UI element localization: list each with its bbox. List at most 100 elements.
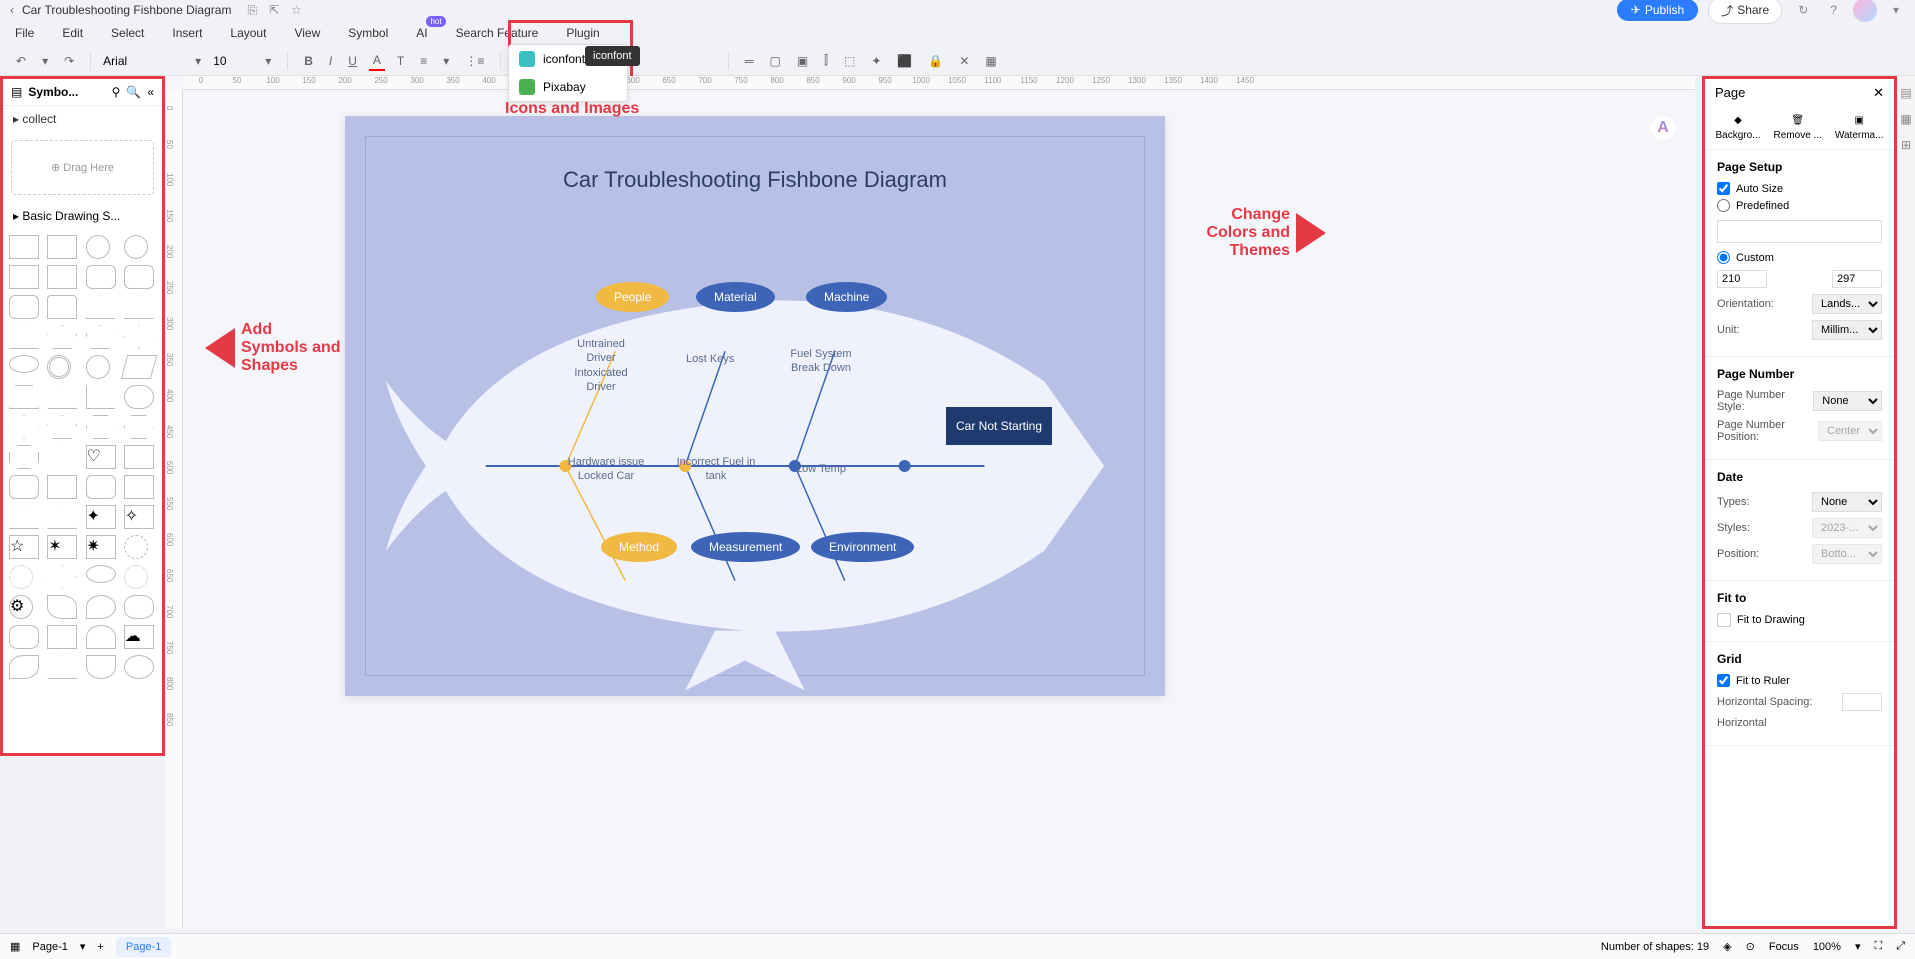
font-dropdown-icon[interactable]: ▾ — [191, 52, 205, 70]
shape-cloud[interactable]: ☁ — [124, 625, 154, 649]
menu-insert[interactable]: Insert — [172, 26, 202, 40]
shape-cushion[interactable] — [9, 625, 39, 649]
focus-toggle-icon[interactable]: ⊙ — [1746, 940, 1755, 953]
menu-view[interactable]: View — [294, 26, 320, 40]
shape-oct[interactable] — [9, 445, 39, 469]
orientation-select[interactable]: Lands... — [1812, 294, 1882, 314]
grid-toggle-icon[interactable]: ▦ — [10, 940, 20, 953]
predefined-radio[interactable] — [1717, 199, 1730, 212]
shape-r6[interactable] — [47, 475, 77, 499]
more-icon[interactable]: ▦ — [981, 52, 1000, 70]
page-selector[interactable]: Page-1 — [32, 941, 67, 953]
plugin-pixabay[interactable]: Pixabay — [509, 73, 627, 101]
shape-para[interactable] — [121, 355, 157, 379]
width-input[interactable] — [1717, 270, 1767, 288]
menu-select[interactable]: Select — [111, 26, 144, 40]
shape-d2[interactable] — [9, 415, 39, 439]
shape-star2[interactable]: ✦ — [86, 505, 116, 529]
image-icon[interactable]: ▣ — [793, 52, 812, 70]
align-icon[interactable]: ≡ — [416, 52, 431, 70]
shape-icon[interactable]: ▢ — [765, 52, 784, 70]
share-button[interactable]: ⤴ Share — [1708, 0, 1782, 24]
shape-t5[interactable] — [9, 505, 39, 529]
label-method[interactable]: Method — [601, 532, 677, 562]
custom-radio[interactable] — [1717, 251, 1730, 264]
group-icon[interactable]: ⬚ — [840, 52, 859, 70]
shape-misc3[interactable] — [86, 655, 116, 679]
fit-ruler-check[interactable] — [1717, 674, 1730, 687]
close-panel-icon[interactable]: ✕ — [1873, 85, 1884, 101]
shape-arch[interactable] — [86, 625, 116, 649]
cause-environment[interactable]: Low Temp — [796, 462, 846, 476]
shape-burst2[interactable] — [9, 565, 33, 589]
line-style-icon[interactable]: ═ — [741, 52, 758, 70]
cause-measurement[interactable]: Incorrect Fuel in tank — [676, 455, 756, 484]
unit-select[interactable]: Millim... — [1812, 320, 1882, 340]
back-icon[interactable]: ‹ — [10, 3, 14, 17]
drag-here-zone[interactable]: ⊕ Drag Here — [11, 140, 154, 195]
cause-method[interactable]: Hardware issueLocked Car — [566, 455, 646, 484]
align-dropdown[interactable]: ▾ — [439, 52, 453, 70]
cause-people[interactable]: Untrained DriverIntoxicated Driver — [561, 337, 641, 394]
text-style-icon[interactable]: T — [393, 52, 408, 70]
add-page-icon[interactable]: + — [97, 941, 103, 953]
shape-gear2[interactable]: ⚙ — [9, 595, 33, 619]
shape-hex[interactable] — [86, 415, 116, 439]
auto-size-check[interactable] — [1717, 182, 1730, 195]
italic-icon[interactable]: I — [325, 52, 336, 70]
collapse-icon[interactable]: « — [147, 85, 154, 99]
shape-star3[interactable]: ✧ — [124, 505, 154, 529]
size-dropdown-icon[interactable]: ▾ — [261, 52, 275, 70]
shape-rect2[interactable] — [47, 235, 77, 259]
shape-ellipse[interactable] — [9, 355, 39, 373]
shape-circle2[interactable] — [124, 235, 148, 259]
shape-e2[interactable] — [86, 565, 116, 583]
pn-style-select[interactable]: None — [1813, 391, 1882, 411]
page-dropdown-icon[interactable]: ▾ — [80, 940, 86, 953]
save-icon[interactable]: ⎘ — [247, 3, 257, 18]
shape-star6[interactable]: ✷ — [86, 535, 116, 559]
panel-icon-2[interactable]: ▦ — [1900, 112, 1911, 126]
shape-rect[interactable] — [9, 235, 39, 259]
shape-pill[interactable] — [124, 385, 154, 409]
shape-tri2[interactable] — [124, 295, 154, 319]
effects-icon[interactable]: ✦ — [867, 52, 885, 70]
list-icon[interactable]: ⋮≡ — [461, 52, 488, 70]
layers-icon[interactable]: ◈ — [1723, 940, 1731, 953]
shape-hex2[interactable] — [124, 415, 154, 439]
shape-t6[interactable] — [47, 505, 77, 529]
export-icon[interactable]: ⇱ — [269, 3, 279, 17]
shape-heart[interactable]: ♡ — [86, 445, 116, 469]
shape-r7[interactable] — [86, 475, 116, 499]
cause-machine[interactable]: Fuel System Break Down — [781, 347, 861, 376]
shape-drop[interactable] — [86, 595, 116, 619]
shape-star[interactable] — [47, 445, 77, 469]
shape-misc4[interactable] — [124, 655, 154, 679]
font-select[interactable] — [103, 54, 183, 68]
shape-circle[interactable] — [86, 235, 110, 259]
underline-icon[interactable]: U — [344, 52, 361, 70]
font-color-icon[interactable]: A — [369, 51, 385, 71]
shape-r1[interactable] — [9, 295, 39, 319]
page-tab-1[interactable]: Page-1 — [116, 937, 171, 957]
shape-diamond[interactable] — [124, 325, 154, 349]
shape-r2[interactable] — [47, 295, 77, 319]
canvas-area[interactable]: 0501001502002503003504004505005506006507… — [165, 76, 1695, 929]
shape-rect4[interactable] — [47, 265, 77, 289]
shape-rtri[interactable] — [86, 385, 116, 409]
shape-tri[interactable] — [86, 295, 116, 319]
shape-donut[interactable] — [47, 355, 71, 379]
star-icon[interactable]: ☆ — [291, 3, 302, 17]
shape-star5[interactable]: ✶ — [47, 535, 77, 559]
height-input[interactable] — [1832, 270, 1882, 288]
shape-tri4[interactable] — [47, 385, 77, 409]
fullscreen-icon[interactable]: ⤢ — [1896, 940, 1905, 953]
shape-pent2[interactable] — [86, 325, 116, 349]
fit-drawing-icon[interactable] — [1717, 613, 1731, 627]
label-people[interactable]: People — [596, 282, 669, 312]
menu-layout[interactable]: Layout — [230, 26, 266, 40]
shapes-toggle[interactable]: ▸ — [13, 209, 22, 223]
publish-button[interactable]: ✈ Publish — [1617, 0, 1698, 21]
shape-misc2[interactable] — [47, 655, 77, 679]
h-spacing-input[interactable] — [1842, 693, 1882, 711]
